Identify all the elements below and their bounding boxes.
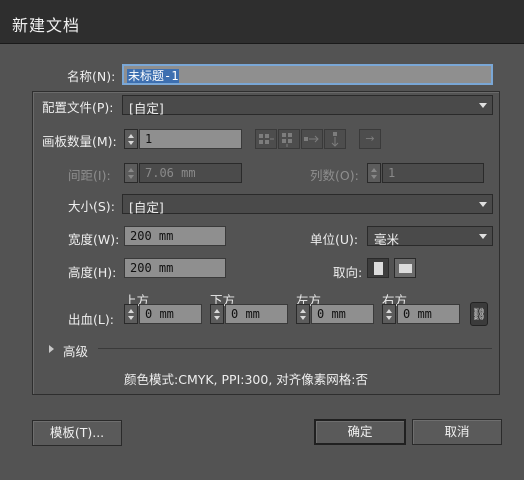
bleed-right-stepper[interactable]: [382, 304, 396, 324]
cancel-button[interactable]: 取消: [412, 419, 502, 445]
portrait-orientation-icon[interactable]: [367, 258, 389, 278]
ok-button[interactable]: 确定: [314, 419, 406, 445]
document-info: 颜色模式:CMYK, PPI:300, 对齐像素网格:否: [124, 372, 368, 387]
spacing-label: 间距(I):: [68, 168, 111, 183]
profile-label: 配置文件(P):: [42, 100, 114, 115]
columns-stepper[interactable]: [367, 163, 381, 183]
title-bar: 新建文档: [0, 0, 524, 44]
units-label: 单位(U):: [310, 232, 359, 247]
name-label: 名称(N):: [67, 69, 116, 84]
link-icon[interactable]: ⛓: [470, 302, 488, 326]
columns-label: 列数(O):: [310, 168, 359, 183]
spacing-stepper[interactable]: [124, 163, 138, 183]
chevron-down-icon: [479, 234, 487, 239]
landscape-orientation-icon[interactable]: [394, 258, 416, 278]
bleed-bottom-input[interactable]: 0 mm: [225, 304, 288, 324]
height-input[interactable]: 200 mm: [124, 258, 226, 278]
columns-input[interactable]: 1: [382, 163, 484, 183]
name-input[interactable]: 未标题-1: [122, 64, 493, 85]
width-input[interactable]: 200 mm: [124, 226, 226, 246]
size-dropdown[interactable]: [自定]: [122, 194, 493, 215]
height-label: 高度(H):: [68, 265, 117, 280]
width-label: 宽度(W):: [68, 232, 120, 247]
arrange-by-column-icon[interactable]: [324, 129, 346, 149]
advanced-divider: [98, 348, 492, 349]
advanced-toggle[interactable]: 高级: [63, 341, 88, 360]
bleed-left-input[interactable]: 0 mm: [311, 304, 374, 324]
artboards-input[interactable]: 1: [139, 129, 242, 149]
profile-value: [自定]: [129, 101, 164, 116]
disclosure-triangle-icon[interactable]: [49, 345, 54, 353]
profile-dropdown[interactable]: [自定]: [122, 95, 493, 116]
bleed-bottom-stepper[interactable]: [210, 304, 224, 324]
bleed-top-stepper[interactable]: [124, 304, 138, 324]
arrange-by-row-icon[interactable]: [301, 129, 323, 149]
units-value: 毫米: [374, 232, 400, 247]
orientation-label: 取向:: [333, 265, 363, 280]
artboards-label: 画板数量(M):: [42, 134, 117, 149]
grid-by-column-icon[interactable]: [278, 129, 300, 149]
window-title: 新建文档: [12, 16, 81, 35]
bleed-top-input[interactable]: 0 mm: [139, 304, 202, 324]
size-label: 大小(S):: [68, 199, 115, 214]
bleed-left-stepper[interactable]: [296, 304, 310, 324]
chevron-down-icon: [479, 103, 487, 108]
artboards-stepper[interactable]: [124, 129, 138, 149]
chevron-down-icon: [479, 202, 487, 207]
grid-by-row-icon[interactable]: [255, 129, 277, 149]
bleed-right-input[interactable]: 0 mm: [397, 304, 460, 324]
units-dropdown[interactable]: 毫米: [367, 226, 493, 247]
size-value: [自定]: [129, 200, 164, 215]
bleed-label: 出血(L):: [68, 312, 114, 327]
spacing-input[interactable]: 7.06 mm: [139, 163, 242, 183]
name-value: 未标题-1: [127, 69, 180, 83]
arrow-right-icon[interactable]: →: [359, 129, 381, 149]
templates-button[interactable]: 模板(T)...: [32, 420, 122, 446]
